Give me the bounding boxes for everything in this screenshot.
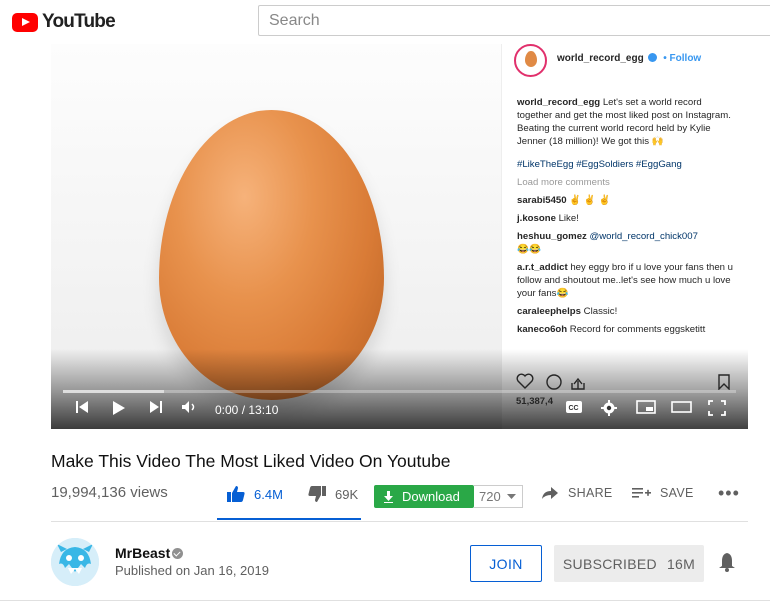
- instagram-comment: j.kosone Like!: [517, 213, 579, 224]
- subscribed-label: SUBSCRIBED: [562, 555, 657, 572]
- instagram-comment: kaneco6oh Record for comments eggsketitt: [517, 324, 706, 335]
- dislike-count: 69K: [335, 486, 359, 502]
- instagram-comment: heshuu_gomez @world_record_chick007 😂😂: [517, 231, 698, 255]
- youtube-play-icon: [12, 12, 38, 32]
- download-button[interactable]: Download: [374, 485, 474, 508]
- controls-gradient: [51, 349, 748, 429]
- logo-text: YouTube: [42, 11, 116, 32]
- publish-date: Published on Jan 16, 2019: [115, 563, 269, 578]
- join-button[interactable]: JOIN: [470, 545, 542, 582]
- quality-value: 720: [479, 489, 501, 504]
- settings-gear-icon[interactable]: [601, 400, 617, 416]
- view-count: 19,994,136 views: [51, 484, 168, 501]
- divider: [0, 600, 770, 601]
- instagram-avatar: [514, 44, 547, 77]
- verified-icon: [648, 53, 658, 62]
- share-icon: [542, 487, 558, 499]
- instagram-likes: 51,387,4: [516, 396, 553, 407]
- instagram-caption: world_record_egg Let's set a world recor…: [517, 97, 731, 147]
- instagram-follow: • Follow: [663, 53, 702, 64]
- notification-bell-icon[interactable]: [718, 552, 736, 572]
- miniplayer-icon[interactable]: [636, 400, 656, 414]
- save-button[interactable]: SAVE: [632, 486, 694, 500]
- volume-icon[interactable]: [181, 400, 199, 414]
- subscribe-button[interactable]: SUBSCRIBED 16M: [554, 545, 704, 582]
- play-icon[interactable]: [112, 400, 126, 416]
- video-title: Make This Video The Most Liked Video On …: [51, 451, 451, 471]
- next-icon[interactable]: [149, 400, 163, 414]
- thumbs-up-icon: [227, 486, 245, 502]
- time-display: 0:00 / 13:10: [215, 403, 279, 417]
- bookmark-icon: [718, 374, 730, 390]
- fullscreen-icon[interactable]: [708, 400, 726, 416]
- video-player[interactable]: world_record_egg • Follow world_record_e…: [51, 44, 748, 429]
- theater-mode-icon[interactable]: [671, 400, 693, 414]
- share-label: SHARE: [568, 486, 613, 500]
- mrbeast-logo: [51, 538, 99, 586]
- instagram-comment: a.r.t_addict hey eggy bro if u love your…: [517, 262, 733, 299]
- instagram-comment: caraleephelps Classic!: [517, 306, 618, 317]
- like-button[interactable]: 6.4M: [226, 485, 283, 503]
- chevron-down-icon: [506, 493, 516, 499]
- previous-icon[interactable]: [75, 400, 89, 414]
- divider: [51, 521, 748, 522]
- channel-name[interactable]: MrBeast: [115, 545, 170, 561]
- instagram-comment: sarabi5450 ✌ ✌ ✌: [517, 195, 611, 206]
- download-label: Download: [402, 489, 460, 504]
- download-icon: [384, 490, 393, 503]
- instagram-hashtags: #LikeTheEgg #EggSoldiers #EggGang: [517, 159, 682, 170]
- youtube-logo[interactable]: YouTube: [12, 11, 116, 33]
- progress-buffered: [63, 390, 164, 393]
- add-to-playlist-icon: [632, 488, 651, 498]
- share-button[interactable]: SHARE: [541, 486, 613, 500]
- instagram-action-icons: [516, 373, 585, 390]
- like-count: 6.4M: [254, 486, 283, 502]
- verified-badge-icon: [172, 548, 183, 559]
- instagram-comments: world_record_egg Let's set a world recor…: [517, 96, 737, 336]
- captions-icon[interactable]: CC: [565, 400, 583, 414]
- search-input[interactable]: [258, 5, 770, 36]
- sentiment-bar: [217, 518, 361, 520]
- instagram-load-more: Load more comments: [517, 177, 610, 188]
- quality-select[interactable]: 720: [474, 485, 523, 508]
- save-label: SAVE: [660, 486, 694, 500]
- svg-text:CC: CC: [569, 405, 579, 412]
- thumbs-down-icon: [308, 486, 326, 502]
- subscriber-count: 16M: [666, 555, 696, 572]
- masthead: YouTube: [0, 0, 770, 44]
- dislike-button[interactable]: 69K: [307, 485, 358, 503]
- instagram-header: world_record_egg • Follow: [557, 53, 701, 64]
- instagram-username: world_record_egg: [557, 53, 644, 64]
- progress-bar[interactable]: [63, 390, 736, 393]
- channel-avatar[interactable]: [51, 538, 99, 586]
- more-actions-icon[interactable]: •••: [718, 483, 740, 504]
